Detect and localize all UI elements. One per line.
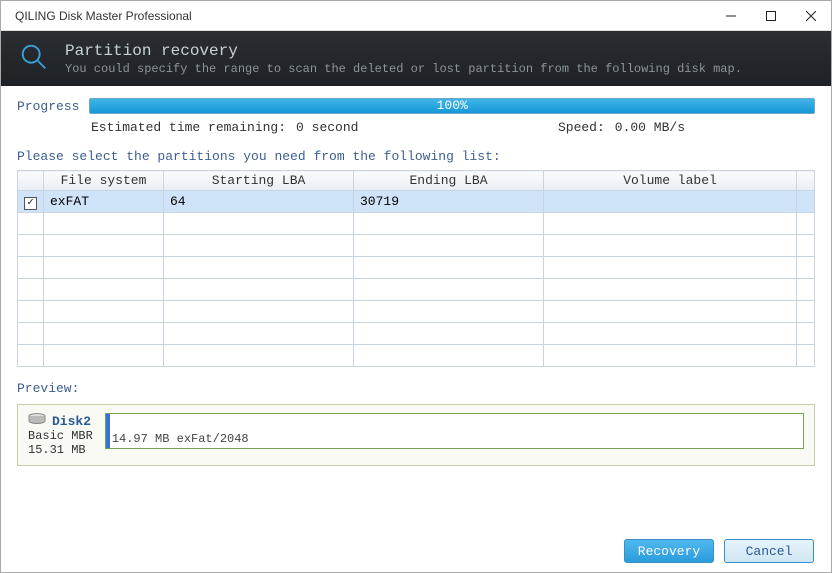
progress-percent: 100%: [437, 98, 468, 113]
window-title: QILING Disk Master Professional: [15, 9, 192, 23]
col-volume-label[interactable]: Volume label: [544, 171, 797, 191]
partition-table: File system Starting LBA Ending LBA Volu…: [17, 170, 815, 367]
disk-icon: [28, 413, 46, 429]
disk-name: Disk2: [52, 414, 91, 429]
time-remaining-label: Estimated time remaining:: [91, 120, 286, 135]
table-row-empty: [18, 345, 815, 367]
close-button[interactable]: [791, 1, 831, 31]
disk-type: Basic MBR: [28, 429, 93, 443]
col-ending-lba[interactable]: Ending LBA: [354, 171, 544, 191]
table-instruction: Please select the partitions you need fr…: [17, 149, 815, 164]
table-row-empty: [18, 213, 815, 235]
table-row[interactable]: exFAT 64 30719: [18, 191, 815, 213]
cell-ending-lba: 30719: [354, 191, 544, 213]
col-starting-lba[interactable]: Starting LBA: [164, 171, 354, 191]
minimize-button[interactable]: [711, 1, 751, 31]
table-row-empty: [18, 279, 815, 301]
disk-size: 15.31 MB: [28, 443, 93, 457]
col-check[interactable]: [18, 171, 44, 191]
preview-box: Disk2 Basic MBR 15.31 MB 14.97 MB exFat/…: [17, 404, 815, 466]
maximize-button[interactable]: [751, 1, 791, 31]
col-spacer: [797, 171, 815, 191]
col-filesystem[interactable]: File system: [44, 171, 164, 191]
titlebar: QILING Disk Master Professional: [1, 1, 831, 31]
magnifier-icon: [19, 42, 49, 76]
table-row-empty: [18, 323, 815, 345]
recovery-button[interactable]: Recovery: [624, 539, 714, 563]
speed-value: 0.00 MB/s: [615, 120, 685, 135]
speed-label: Speed:: [558, 120, 605, 135]
table-row-empty: [18, 257, 815, 279]
row-checkbox[interactable]: [24, 197, 37, 210]
banner-title: Partition recovery: [65, 42, 742, 60]
banner-subtitle: You could specify the range to scan the …: [65, 62, 742, 76]
table-row-empty: [18, 301, 815, 323]
partition-bar[interactable]: 14.97 MB exFat/2048: [105, 413, 804, 449]
progress-bar: 100%: [89, 98, 815, 114]
table-row-empty: [18, 235, 815, 257]
cancel-button[interactable]: Cancel: [724, 539, 814, 563]
cell-volume-label: [544, 191, 797, 213]
banner: Partition recovery You could specify the…: [1, 31, 831, 86]
partition-used-segment: [106, 414, 110, 448]
cell-starting-lba: 64: [164, 191, 354, 213]
partition-text: 14.97 MB exFat/2048: [112, 432, 249, 446]
progress-label: Progress: [17, 99, 79, 114]
preview-label: Preview:: [17, 381, 815, 396]
time-remaining-value: 0 second: [296, 120, 358, 135]
cell-filesystem: exFAT: [44, 191, 164, 213]
